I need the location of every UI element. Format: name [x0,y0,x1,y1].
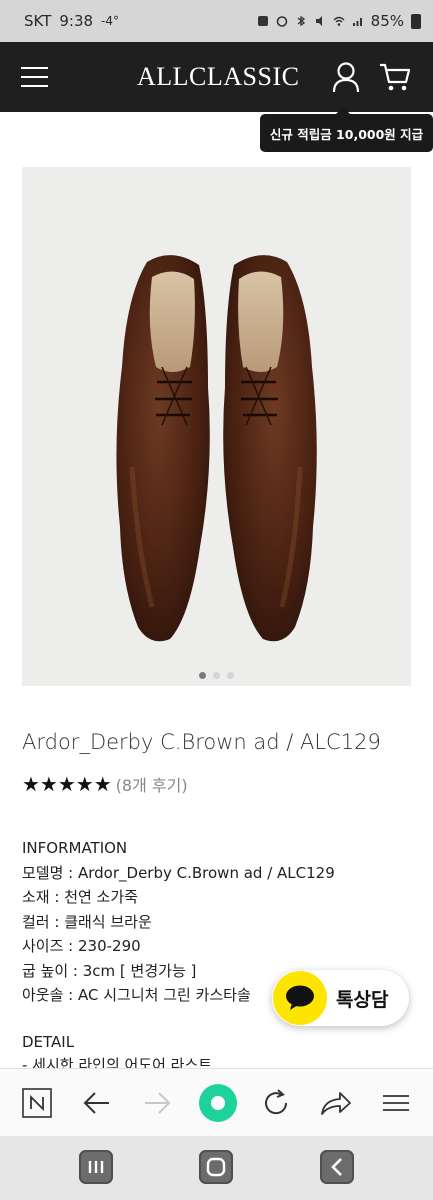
share-icon[interactable] [320,1087,352,1119]
kakao-chat-label: 톡상담 [336,988,389,1011]
detail-line: - 세시한 라인의 어도어 라스트 [22,1056,213,1068]
signup-reward-tooltip[interactable]: 신규 적립금 10,000원 지급 [260,107,433,152]
chat-bubble-icon [273,971,327,1025]
site-header: ALLCLASSIC [0,42,433,112]
product-image[interactable] [22,167,411,686]
cart-icon[interactable] [379,62,411,92]
carousel-dot[interactable] [227,672,234,679]
info-line: 모델명 : Ardor_Derby C.Brown ad / ALC129 [22,863,335,882]
bluetooth-icon [297,15,305,27]
kakao-chat-button[interactable]: 톡상담 [272,970,409,1026]
carrier: SKT [24,12,52,30]
battery-percent: 85% [370,12,404,30]
home-button-icon[interactable] [199,1150,233,1184]
review-count[interactable]: (8개 후기) [116,772,188,796]
info-line: 소재 : 천연 소가죽 [22,888,138,906]
browser-toolbar [0,1068,433,1136]
hamburger-icon[interactable] [21,67,48,87]
status-bar: SKT 9:38 -4° 85% [0,0,433,42]
notification-icon [257,16,268,26]
information-heading: INFORMATION [22,839,128,857]
shoes-image [116,255,317,642]
battery-icon [411,13,421,29]
product-rating[interactable]: ★★★★★ (8개 후기) [22,772,188,796]
mute-icon [315,16,322,26]
forward-icon[interactable] [141,1087,173,1119]
carousel-dots[interactable] [22,672,411,679]
info-line: 사이즈 : 230-290 [22,937,141,955]
system-nav-bar [0,1136,433,1200]
temperature: -4° [101,14,120,28]
signal-icon [352,18,362,26]
naver-icon[interactable] [21,1087,53,1119]
clock: 9:38 [59,12,94,30]
wifi-icon [333,16,345,26]
user-icon[interactable] [332,61,360,93]
star-rating-icon: ★★★★★ [22,772,112,796]
recent-apps-icon[interactable] [79,1150,113,1184]
refresh-icon[interactable] [260,1087,292,1119]
back-nav-icon[interactable] [320,1150,354,1184]
detail-heading: DETAIL [22,1033,75,1051]
alarm-icon [276,16,287,27]
info-line: 컬러 : 클래식 브라운 [22,912,152,931]
carousel-dot[interactable] [213,672,220,679]
back-icon[interactable] [81,1087,113,1119]
home-icon[interactable] [198,1083,238,1123]
product-title: Ardor_Derby C.Brown ad / ALC129 [22,730,381,754]
more-menu-icon[interactable] [380,1087,412,1119]
carousel-dot[interactable] [199,672,206,679]
brand-logo[interactable]: ALLCLASSIC [137,62,299,92]
